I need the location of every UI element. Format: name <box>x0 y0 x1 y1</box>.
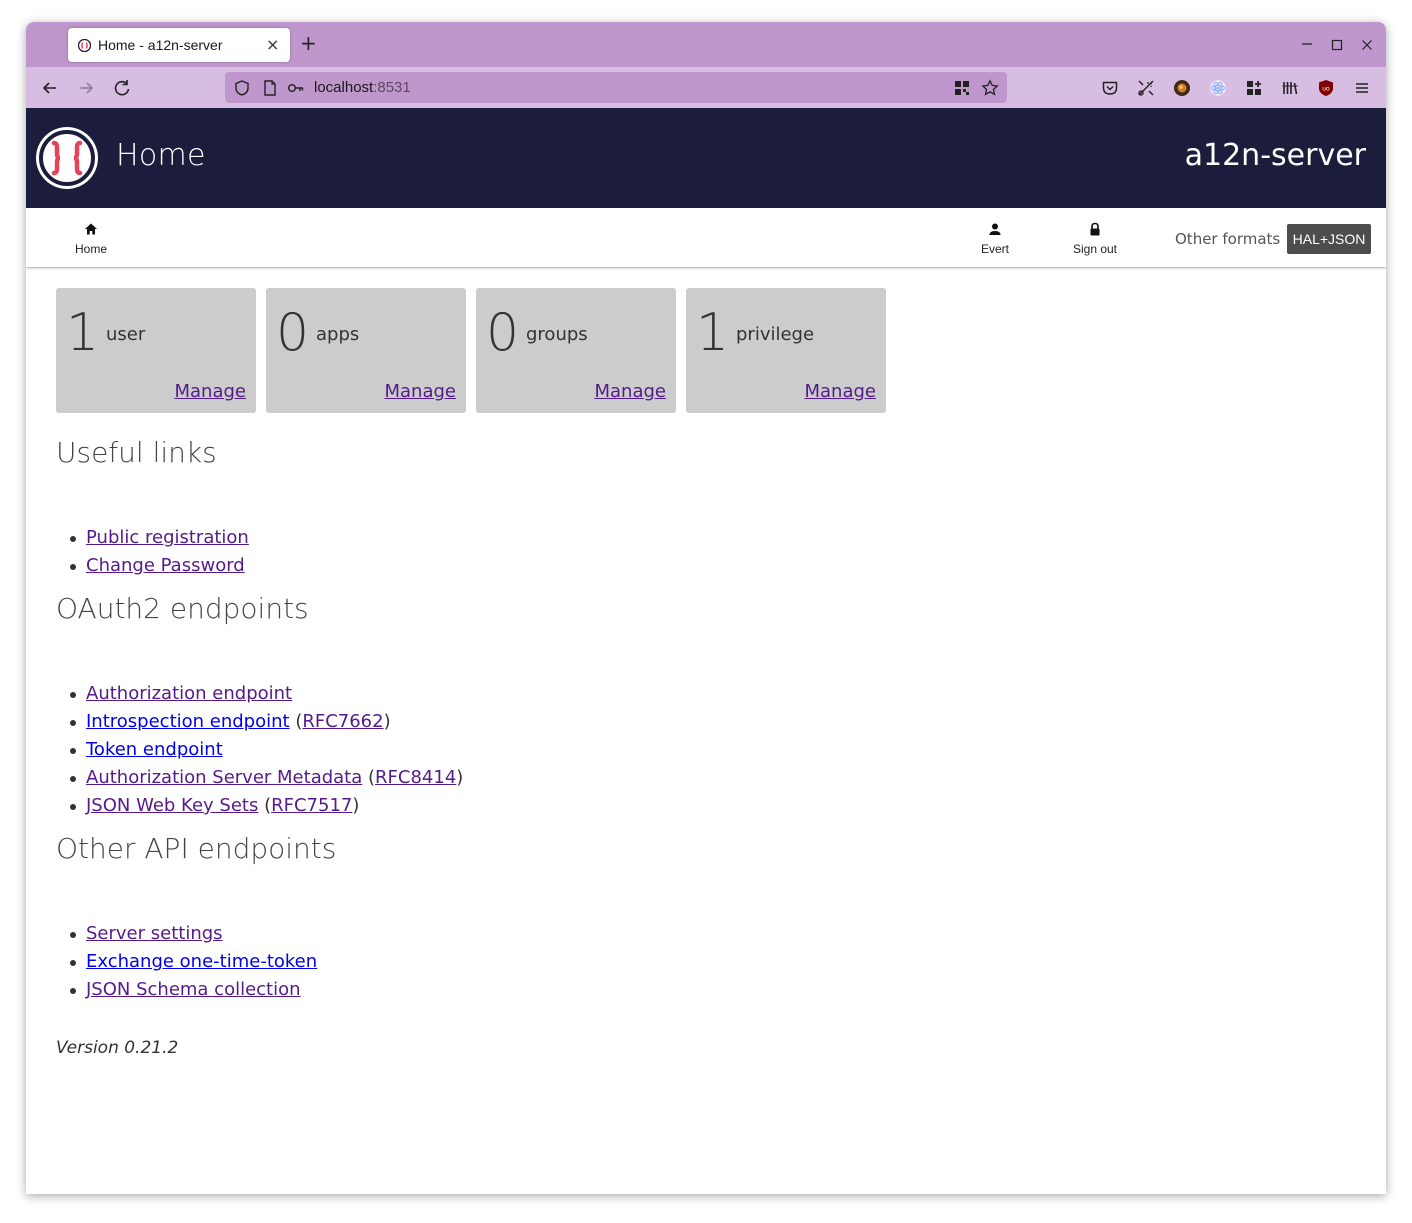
forward-arrow-icon[interactable] <box>75 77 97 99</box>
maximize-icon[interactable] <box>1331 39 1343 51</box>
bookmark-star-icon[interactable] <box>981 79 999 97</box>
qr-code-icon[interactable] <box>953 79 971 97</box>
extension-avatar-icon[interactable] <box>1173 79 1191 97</box>
groups-card: 0 groups Manage <box>476 288 676 413</box>
useful-links-heading: Useful links <box>56 436 217 469</box>
ublock-origin-icon[interactable]: uo <box>1317 79 1335 97</box>
introspection-endpoint-link[interactable]: Introspection endpoint <box>86 711 290 732</box>
apps-card: 0 apps Manage <box>266 288 466 413</box>
nav-user-label: Evert <box>980 242 1009 256</box>
users-unit: user <box>106 324 146 345</box>
extensions-grid-icon[interactable] <box>1245 79 1263 97</box>
apps-unit: apps <box>316 324 360 345</box>
page-info-icon[interactable] <box>261 79 279 97</box>
groups-count: 0 <box>486 303 520 363</box>
hal-json-format-button[interactable]: HAL+JSON <box>1287 224 1371 254</box>
hamburger-menu-icon[interactable] <box>1353 79 1371 97</box>
oauth2-heading: OAuth2 endpoints <box>56 592 309 625</box>
secondary-nav: Home Evert Sign out Other formats HAL+JS… <box>26 208 1386 268</box>
list-item: JSON Web Key Sets (RFC7517) <box>56 794 463 822</box>
reload-icon[interactable] <box>111 77 133 99</box>
back-arrow-icon[interactable] <box>39 77 61 99</box>
tab-strip: Home - a12n-server × + <box>26 22 1386 67</box>
manage-groups-link[interactable]: Manage <box>595 381 667 402</box>
oauth2-endpoints-list: Authorization endpoint Introspection end… <box>56 682 463 822</box>
token-endpoint-link[interactable]: Token endpoint <box>86 739 223 760</box>
rfc8414-link[interactable]: RFC8414 <box>375 767 456 788</box>
list-item: Authorization Server Metadata (RFC8414) <box>56 766 463 794</box>
change-password-link[interactable]: Change Password <box>86 555 245 576</box>
list-item: JSON Schema collection <box>56 978 317 1006</box>
nav-home-label: Home <box>74 242 107 256</box>
list-item: Token endpoint <box>56 738 463 766</box>
nav-signout[interactable]: Sign out <box>1050 222 1140 256</box>
browser-window: Home - a12n-server × + localhost:8531 uo <box>26 22 1386 1194</box>
privileges-count: 1 <box>696 303 730 363</box>
apps-count: 0 <box>276 303 310 363</box>
person-icon <box>989 223 1001 235</box>
app-header: Home a12n-server <box>26 108 1386 208</box>
nav-home[interactable]: Home <box>46 222 136 256</box>
screenshot-tool-icon[interactable] <box>1137 79 1155 97</box>
version-text: Version 0.21.2 <box>56 1038 179 1058</box>
summary-cards: 1 user Manage 0 apps Manage 0 groups Man… <box>56 288 1356 413</box>
rfc7517-link[interactable]: RFC7517 <box>271 795 352 816</box>
main-content: 1 user Manage 0 apps Manage 0 groups Man… <box>56 288 1356 1058</box>
manage-users-link[interactable]: Manage <box>175 381 247 402</box>
authorization-endpoint-link[interactable]: Authorization endpoint <box>86 683 292 704</box>
tab-title: Home - a12n-server <box>98 37 223 53</box>
list-item: Change Password <box>56 554 249 582</box>
home-icon <box>85 223 97 235</box>
minimize-icon[interactable] <box>1301 39 1313 49</box>
a12n-logo-icon[interactable] <box>34 125 100 191</box>
other-formats-label: Other formats <box>1175 230 1281 248</box>
server-settings-link[interactable]: Server settings <box>86 923 223 944</box>
app-name: a12n-server <box>1184 138 1366 173</box>
rfc7662-link[interactable]: RFC7662 <box>302 711 383 732</box>
new-tab-button[interactable]: + <box>300 32 317 54</box>
react-devtools-icon[interactable] <box>1209 79 1227 97</box>
list-item: Exchange one-time-token <box>56 950 317 978</box>
nav-user[interactable]: Evert <box>950 222 1040 256</box>
url-host: localhost <box>314 79 374 96</box>
url-port: :8531 <box>373 79 411 96</box>
json-schema-link[interactable]: JSON Schema collection <box>86 979 301 1000</box>
key-icon[interactable] <box>287 79 305 97</box>
url-bar[interactable]: localhost:8531 <box>225 72 1007 103</box>
other-api-list: Server settings Exchange one-time-token … <box>56 922 317 1006</box>
manage-apps-link[interactable]: Manage <box>385 381 457 402</box>
useful-links-list: Public registration Change Password <box>56 526 249 582</box>
other-api-heading: Other API endpoints <box>56 832 337 865</box>
server-metadata-link[interactable]: Authorization Server Metadata <box>86 767 362 788</box>
privileges-unit: privilege <box>736 324 815 345</box>
shield-icon[interactable] <box>233 79 251 97</box>
svg-text:uo: uo <box>1322 86 1330 93</box>
exchange-token-link[interactable]: Exchange one-time-token <box>86 951 317 972</box>
list-item: Introspection endpoint (RFC7662) <box>56 710 463 738</box>
manage-privileges-link[interactable]: Manage <box>805 381 877 402</box>
a12n-favicon-icon <box>78 39 91 52</box>
list-item: Server settings <box>56 922 317 950</box>
url-text[interactable]: localhost:8531 <box>314 79 411 96</box>
close-window-icon[interactable] <box>1361 39 1373 51</box>
navigation-toolbar: localhost:8531 uo <box>26 67 1386 108</box>
jwks-link[interactable]: JSON Web Key Sets <box>86 795 258 816</box>
tab-close-icon[interactable]: × <box>266 35 279 54</box>
library-icon[interactable] <box>1281 79 1299 97</box>
privileges-card: 1 privilege Manage <box>686 288 886 413</box>
browser-tab[interactable]: Home - a12n-server × <box>68 28 290 62</box>
pocket-icon[interactable] <box>1101 79 1119 97</box>
nav-signout-label: Sign out <box>1072 242 1118 256</box>
list-item: Public registration <box>56 526 249 554</box>
users-count: 1 <box>66 303 100 363</box>
public-registration-link[interactable]: Public registration <box>86 527 249 548</box>
page-title: Home <box>116 138 206 173</box>
groups-unit: groups <box>526 324 588 345</box>
lock-icon <box>1090 222 1100 236</box>
users-card: 1 user Manage <box>56 288 256 413</box>
list-item: Authorization endpoint <box>56 682 463 710</box>
